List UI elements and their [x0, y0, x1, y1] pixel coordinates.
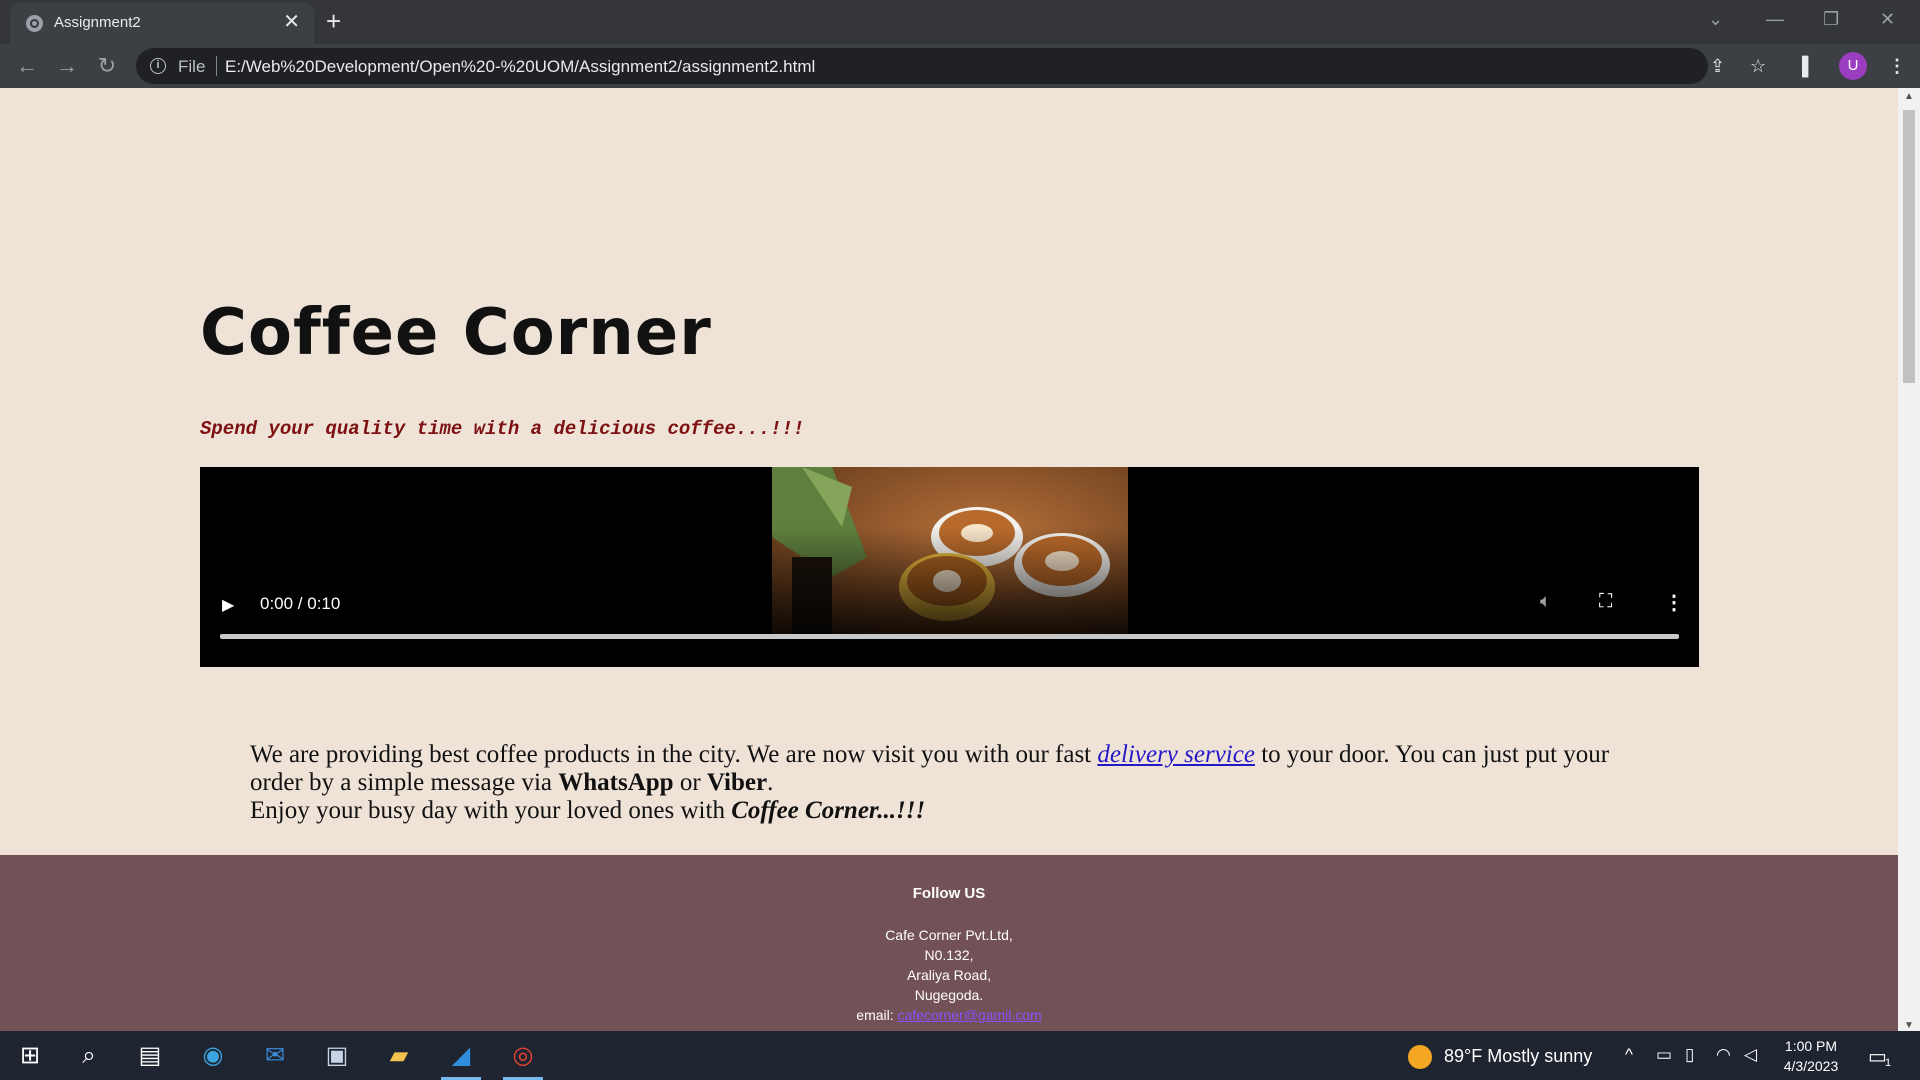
meet-icon[interactable]: ▭: [1656, 1045, 1672, 1065]
restore-button[interactable]: ❐: [1823, 6, 1839, 32]
clock-date: 4/3/2023: [1783, 1058, 1839, 1074]
menu-icon[interactable]: ⋮: [1888, 54, 1906, 78]
address-city: Nugegoda.: [914, 987, 984, 1003]
url-text[interactable]: E:/Web%20Development/Open%20-%20UOM/Assi…: [225, 57, 815, 77]
paragraph-text: We are providing best coffee products in…: [250, 741, 1098, 768]
taskbar-file-explorer[interactable]: ▰: [373, 1031, 425, 1080]
video-player[interactable]: ▶ 0:00 / 0:10 🔈︎ ⛶ ⋮: [200, 467, 1699, 667]
info-icon[interactable]: i: [150, 58, 166, 74]
notification-count: 1: [1885, 1057, 1892, 1069]
new-tab-button[interactable]: +: [326, 6, 341, 36]
paragraph-text: Enjoy your busy day with your loved ones…: [250, 797, 732, 824]
video-time: 0:00 / 0:10: [260, 594, 341, 613]
search-icon: ⌕: [82, 1042, 96, 1069]
minimize-button[interactable]: —: [1766, 6, 1784, 32]
task-view-icon: ▤: [138, 1042, 162, 1069]
chevron-up-icon[interactable]: ^: [1625, 1045, 1633, 1065]
weather-text[interactable]: 89°F Mostly sunny: [1444, 1046, 1592, 1067]
scroll-down-icon[interactable]: ▼: [1904, 1020, 1914, 1031]
brand-text: Coffee Corner...!!!: [731, 797, 926, 824]
close-window-button[interactable]: ✕: [1880, 6, 1895, 32]
mail-icon: ✉: [264, 1042, 286, 1069]
reload-icon[interactable]: ↻: [91, 50, 123, 82]
address-bar[interactable]: i File E:/Web%20Development/Open%20-%20U…: [136, 48, 1766, 84]
windows-icon: ⊞: [19, 1042, 41, 1069]
edge-icon: ◉: [202, 1042, 224, 1069]
page-scrollbar[interactable]: ▲ ▼: [1898, 88, 1920, 1031]
address-block: Cafe Corner Pvt.Ltd, N0.132, Araliya Roa…: [0, 925, 1898, 1025]
back-icon[interactable]: ←: [11, 50, 43, 82]
video-progress-bar[interactable]: [220, 634, 1679, 639]
chrome-icon: ◎: [512, 1042, 534, 1069]
tab-search-icon[interactable]: ⌄: [1708, 6, 1723, 32]
follow-us-heading: Follow US: [912, 885, 986, 902]
globe-icon: [26, 15, 43, 32]
weather-icon[interactable]: [1408, 1045, 1432, 1069]
system-clock[interactable]: 1:00 PM 4/3/2023: [1775, 1036, 1847, 1076]
folder-icon: ▰: [389, 1042, 409, 1069]
email-link[interactable]: cafecorner@gamil.com: [898, 1007, 1042, 1023]
speaker-icon[interactable]: ◁: [1744, 1045, 1757, 1065]
address-number: N0.132,: [924, 947, 974, 963]
taskbar-app[interactable]: ▣: [311, 1031, 363, 1080]
scroll-up-icon[interactable]: ▲: [1904, 91, 1914, 102]
wifi-icon[interactable]: ◠: [1716, 1045, 1731, 1065]
page-footer: Follow US Cafe Corner Pvt.Ltd, N0.132, A…: [0, 855, 1898, 1031]
tab-title: Assignment2: [54, 14, 141, 31]
email-line: email: cafecorner@gamil.com: [0, 1005, 1898, 1025]
taskbar-edge[interactable]: ◉: [187, 1031, 239, 1080]
volume-icon[interactable]: 🔈︎: [1540, 591, 1551, 613]
email-label: email:: [856, 1007, 898, 1023]
task-view-button[interactable]: ▤: [124, 1031, 176, 1080]
fullscreen-icon[interactable]: ⛶: [1599, 591, 1612, 613]
share-icon[interactable]: ⇪: [1710, 56, 1725, 76]
start-button[interactable]: ⊞: [4, 1031, 56, 1080]
more-options-icon[interactable]: ⋮: [1664, 590, 1684, 615]
browser-toolbar: ← → ↻ i File E:/Web%20Development/Open%2…: [0, 44, 1920, 88]
description-paragraph: We are providing best coffee products in…: [250, 741, 1650, 825]
delivery-service-link[interactable]: delivery service: [1097, 741, 1255, 768]
tagline: Spend your quality time with a delicious…: [200, 418, 805, 440]
url-scheme-label: File: [178, 57, 206, 76]
paragraph-text: or: [673, 769, 707, 796]
search-button[interactable]: ⌕: [63, 1031, 115, 1080]
company-name: Cafe Corner Pvt.Ltd,: [885, 927, 1013, 943]
close-tab-icon[interactable]: ✕: [283, 10, 300, 34]
vscode-icon: ◢: [451, 1042, 471, 1069]
bookmark-star-icon[interactable]: ☆: [1750, 56, 1766, 76]
taskbar-chrome[interactable]: ◎: [497, 1031, 549, 1080]
whatsapp-text: WhatsApp: [558, 769, 674, 796]
clock-time: 1:00 PM: [1784, 1038, 1838, 1054]
side-panel-icon[interactable]: ▌: [1802, 54, 1815, 78]
window-app-icon: ▣: [325, 1042, 349, 1069]
taskbar-vscode[interactable]: ◢: [435, 1031, 487, 1080]
address-road: Araliya Road,: [906, 967, 992, 983]
scroll-thumb[interactable]: [1903, 110, 1915, 383]
forward-icon[interactable]: →: [51, 50, 83, 82]
profile-avatar[interactable]: U: [1839, 52, 1867, 80]
video-controls-overlay: [200, 527, 1699, 637]
page-title: Coffee Corner: [200, 296, 712, 370]
play-icon[interactable]: ▶: [222, 595, 234, 615]
windows-taskbar: ⊞ ⌕ ▤ ◉ ✉ ▣ ▰ ◢ ◎ 89°F Mostly sunny ^ ▭ …: [0, 1031, 1920, 1080]
battery-icon[interactable]: ▯: [1685, 1045, 1694, 1065]
taskbar-mail[interactable]: ✉: [249, 1031, 301, 1080]
url-separator: [216, 56, 217, 76]
browser-tab[interactable]: Assignment2 ✕: [10, 3, 314, 44]
browser-tab-bar: Assignment2 ✕ + ⌄ — ❐ ✕: [0, 0, 1920, 44]
paragraph-text: .: [767, 769, 774, 796]
web-page: Coffee Corner Spend your quality time wi…: [0, 88, 1898, 1031]
viber-text: Viber: [706, 769, 768, 796]
